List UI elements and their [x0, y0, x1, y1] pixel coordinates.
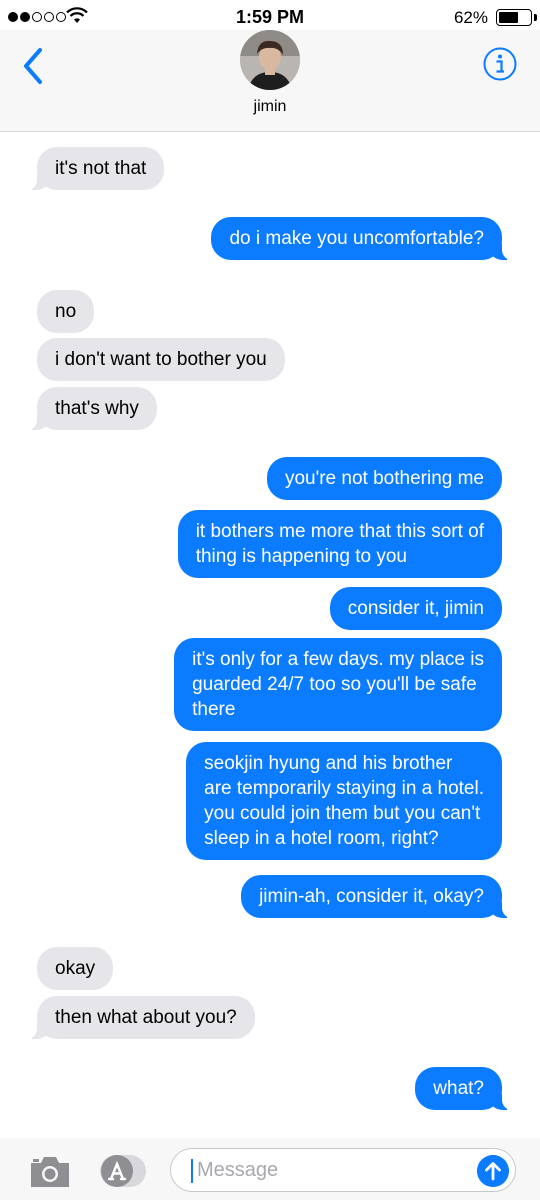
message-text: do i make you uncomfortable?: [229, 228, 484, 249]
message-text: no: [55, 301, 77, 322]
message-text-line: guarded 24/7 too so you'll be safe: [192, 674, 477, 695]
message-text: you're not bothering me: [284, 468, 484, 489]
outgoing-message[interactable]: what?: [415, 1067, 514, 1110]
chevron-left-icon[interactable]: [18, 46, 50, 86]
message-placeholder: Message: [197, 1159, 279, 1181]
incoming-message[interactable]: no: [37, 290, 95, 333]
outgoing-message[interactable]: jimin-ah, consider it, okay?: [241, 875, 514, 918]
arrow-up-icon[interactable]: [477, 1155, 509, 1187]
message-text: i don't want to bother you: [55, 349, 267, 370]
camera-icon[interactable]: [28, 1154, 72, 1190]
message-text-line: sleep in a hotel room, right?: [204, 828, 439, 849]
battery-percent: 62%: [453, 8, 488, 27]
incoming-message[interactable]: that's why: [25, 387, 157, 430]
message-text-line: you could join them but you can't: [204, 803, 481, 824]
message-text: it's not that: [55, 158, 147, 179]
app-store-icon[interactable]: [98, 1152, 148, 1190]
message-text-line: are temporarily staying in a hotel.: [204, 778, 484, 799]
incoming-message[interactable]: i don't want to bother you: [37, 338, 285, 381]
message-text-line: there: [192, 699, 236, 720]
incoming-message[interactable]: okay: [37, 947, 114, 990]
incoming-message[interactable]: it's not that: [24, 147, 165, 190]
battery-icon: [496, 9, 532, 26]
message-text: jimin-ah, consider it, okay?: [259, 886, 484, 907]
message-text: what?: [433, 1078, 484, 1099]
message-text: consider it, jimin: [347, 598, 484, 619]
outgoing-message[interactable]: do i make you uncomfortable?: [211, 217, 514, 260]
message-text: okay: [55, 958, 96, 979]
outgoing-message[interactable]: it bothers me more that this sort of thi…: [177, 510, 502, 578]
message-text: that's why: [55, 398, 139, 419]
outgoing-message[interactable]: seokjin hyung and his brother are tempor…: [186, 742, 502, 860]
message-text: then what about you?: [55, 1007, 237, 1028]
compose-bar: Message: [0, 1138, 540, 1200]
outgoing-message[interactable]: consider it, jimin: [329, 587, 502, 630]
message-input[interactable]: Message: [170, 1148, 516, 1192]
message-text-line: thing is happening to you: [195, 546, 407, 567]
contact-name[interactable]: jimin: [0, 98, 540, 116]
contact-avatar[interactable]: [240, 30, 300, 90]
outgoing-message[interactable]: you're not bothering me: [266, 457, 502, 500]
incoming-message[interactable]: then what about you?: [25, 996, 255, 1039]
message-text-line: it bothers me more that this sort of: [195, 521, 484, 542]
message-text-line: it's only for a few days. my place is: [192, 649, 484, 670]
message-text-line: seokjin hyung and his brother: [204, 753, 453, 774]
conversation-header: jimin: [0, 30, 540, 132]
outgoing-message[interactable]: it's only for a few days. my place is gu…: [174, 638, 502, 731]
info-icon[interactable]: [482, 46, 518, 82]
